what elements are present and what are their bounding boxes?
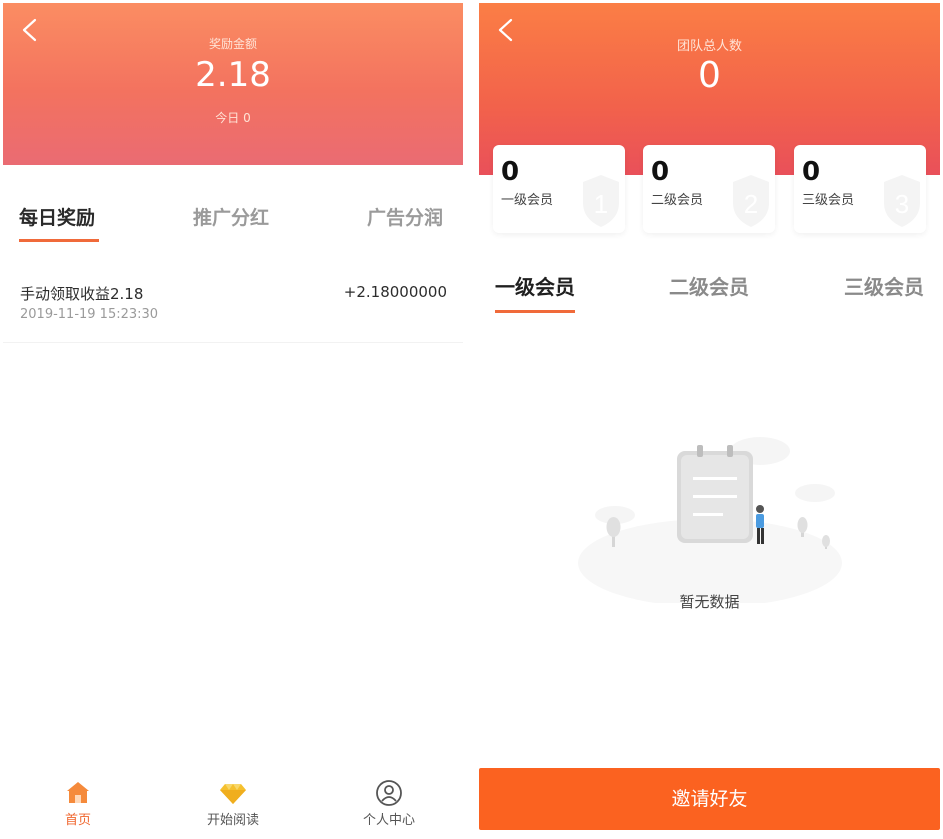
- level-1-label: 一级会员: [501, 193, 554, 208]
- active-tab-indicator: [495, 310, 575, 313]
- nav-home[interactable]: 首页: [18, 779, 138, 828]
- tab-level-2[interactable]: 二级会员: [669, 271, 749, 300]
- member-level-cards: 0 一级会员 1 0 二级会员 2 0 三级会员 3: [493, 145, 926, 235]
- reward-header: 奖励金额 2.18 今日 0: [3, 3, 463, 165]
- svg-text:1: 1: [594, 189, 608, 219]
- reward-amount-value: 2.18: [195, 55, 271, 95]
- reward-screen: 奖励金额 2.18 今日 0 每日奖励 推广分红 广告分润 手动领取收益2.18…: [3, 3, 463, 835]
- active-tab-indicator: [19, 239, 99, 242]
- screens-container: 奖励金额 2.18 今日 0 每日奖励 推广分红 广告分润 手动领取收益2.18…: [0, 0, 943, 839]
- tab-daily-reward[interactable]: 每日奖励: [19, 203, 95, 230]
- record-title: 手动领取收益2.18: [20, 285, 144, 303]
- nav-profile[interactable]: 个人中心: [329, 779, 449, 828]
- tab-level-1[interactable]: 一级会员: [495, 271, 575, 300]
- level-3-card[interactable]: 0 三级会员 3: [794, 145, 926, 233]
- list-item: 手动领取收益2.18 2019-11-19 15:23:30 +2.180000…: [3, 271, 463, 343]
- reward-tabs: 每日奖励 推广分红 广告分润: [3, 165, 463, 249]
- nav-profile-label: 个人中心: [362, 813, 415, 828]
- record-value: +2.18000000: [343, 283, 447, 301]
- nav-start-reading[interactable]: 开始阅读: [173, 779, 293, 828]
- user-icon: [376, 780, 402, 806]
- team-total-label: 团队总人数: [676, 39, 742, 54]
- shield-badge-icon: 1: [583, 175, 619, 227]
- shield-badge-icon: 3: [884, 175, 920, 227]
- svg-text:3: 3: [895, 189, 909, 219]
- nav-home-label: 首页: [64, 813, 91, 828]
- level-3-label: 三级会员: [802, 193, 855, 208]
- bottom-nav: 首页 开始阅读 个人中心: [3, 773, 463, 835]
- tab-promotion-dividend[interactable]: 推广分红: [193, 203, 269, 230]
- invite-friends-button[interactable]: 邀请好友: [479, 768, 940, 830]
- team-total-count: 0: [698, 55, 721, 96]
- empty-state-illustration: [578, 437, 842, 603]
- diamond-icon: [220, 784, 246, 804]
- level-1-count: 0: [501, 157, 520, 187]
- tab-ad-share[interactable]: 广告分润: [367, 203, 443, 230]
- home-icon: [67, 782, 89, 803]
- reward-amount-label: 奖励金额: [208, 37, 257, 51]
- svg-text:2: 2: [744, 189, 758, 219]
- nav-start-reading-label: 开始阅读: [206, 813, 259, 828]
- level-3-count: 0: [802, 157, 821, 187]
- record-time: 2019-11-19 15:23:30: [20, 307, 159, 322]
- level-2-card[interactable]: 0 二级会员 2: [643, 145, 775, 233]
- level-2-count: 0: [651, 157, 670, 187]
- today-reward: 今日 0: [215, 111, 251, 125]
- level-1-card[interactable]: 0 一级会员 1: [493, 145, 625, 233]
- tab-level-3[interactable]: 三级会员: [844, 271, 924, 300]
- level-2-label: 二级会员: [651, 193, 704, 208]
- empty-state-text: 暂无数据: [679, 593, 740, 611]
- shield-badge-icon: 2: [733, 175, 769, 227]
- team-screen: 团队总人数 0 0 一级会员 1 0 二级会员 2 0 三级会员 3 一级会员 …: [479, 3, 940, 835]
